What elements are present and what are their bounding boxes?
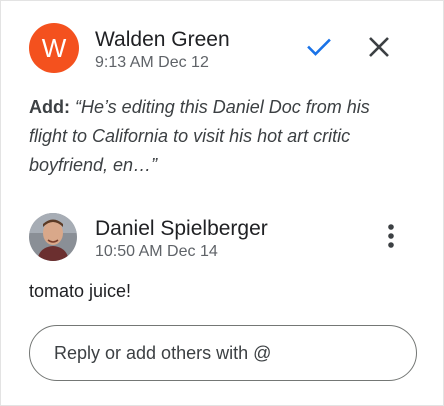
profile-photo: [29, 213, 77, 261]
comment-thread-card: W Walden Green 9:13 AM Dec 12 Add: “He’s…: [0, 0, 444, 406]
suggestion-quote: Add: “He’s editing this Daniel Doc from …: [29, 93, 409, 180]
more-vert-icon: [388, 224, 394, 248]
avatar: W: [29, 23, 79, 73]
reply-placeholder: Reply or add others with @: [54, 342, 272, 363]
reply-input[interactable]: Reply or add others with @: [29, 325, 417, 381]
comment-author: Walden Green: [95, 28, 230, 51]
comment-timestamp: 10:50 AM Dec 14: [95, 243, 218, 260]
resolve-button[interactable]: [303, 31, 335, 63]
checkmark-icon: [307, 38, 331, 56]
comment-timestamp: 9:13 AM Dec 12: [95, 54, 209, 71]
close-icon: [369, 37, 389, 57]
suggestion-text: “He’s editing this Daniel Doc from his f…: [29, 97, 370, 175]
avatar: [29, 213, 77, 261]
close-button[interactable]: [363, 31, 395, 63]
more-options-button[interactable]: [375, 221, 407, 253]
suggestion-action-label: Add:: [29, 97, 70, 117]
comment-body: tomato juice!: [29, 281, 132, 301]
comment-author: Daniel Spielberger: [95, 217, 268, 240]
